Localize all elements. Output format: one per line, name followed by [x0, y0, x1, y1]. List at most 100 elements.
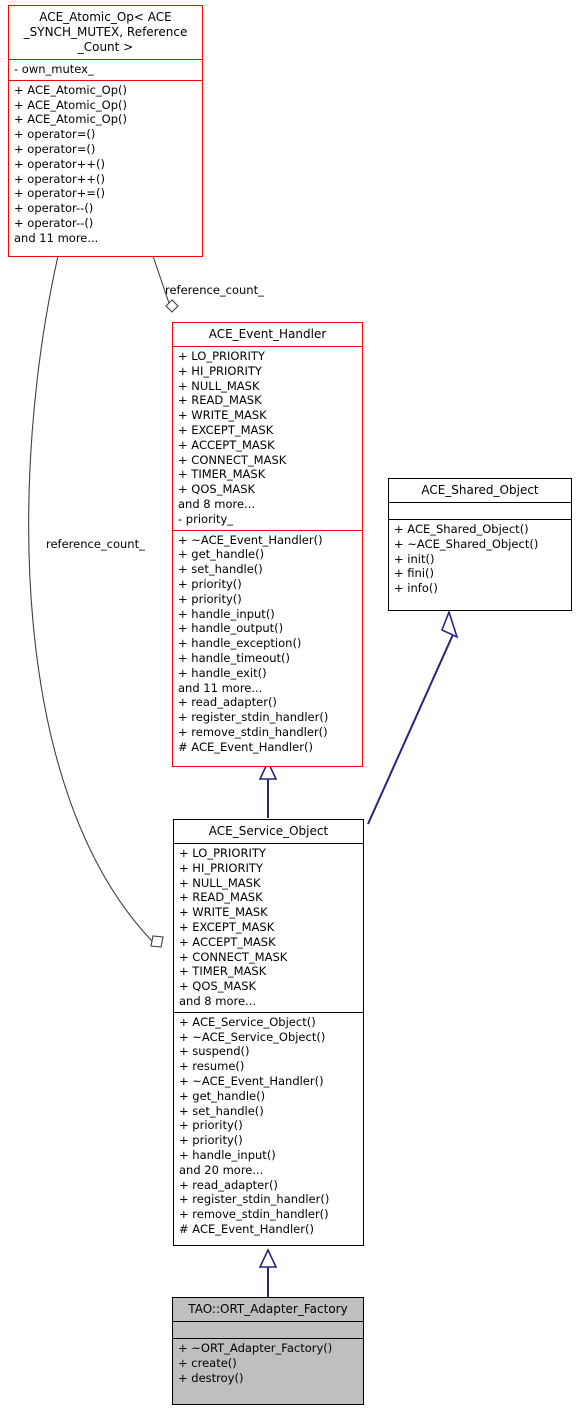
class-member: + operator++() [14, 171, 105, 186]
class-member: + handle_input() [179, 1147, 276, 1162]
class-box-ace-service-object[interactable]: ACE_Service_Object + LO_PRIORITY + HI_PR… [173, 819, 364, 1246]
class-member: + TIMER_MASK [178, 467, 266, 482]
class-member: + read_adapter() [179, 1177, 278, 1192]
class-attributes-ace-atomic-op: - own_mutex_ [9, 59, 202, 80]
class-box-ace-atomic-op[interactable]: ACE_Atomic_Op< ACE _SYNCH_MUTEX, Referen… [8, 5, 203, 257]
class-member: + ACE_Shared_Object() [394, 522, 529, 536]
class-attributes-ace-event-handler: + LO_PRIORITY + HI_PRIORITY + NULL_MASK … [173, 346, 362, 530]
class-member: + fini() [394, 566, 434, 581]
class-member: + priority() [178, 576, 242, 591]
class-member: + read_adapter() [178, 695, 277, 710]
class-member: + get_handle() [179, 1088, 266, 1103]
class-member: + operator=() [14, 127, 96, 142]
class-member: + set_handle() [179, 1103, 264, 1118]
class-member: + LO_PRIORITY [179, 846, 266, 860]
class-member: + handle_input() [178, 606, 275, 621]
inheritance-edge-service-object [258, 1248, 278, 1297]
uml-class-diagram: ACE_Atomic_Op< ACE _SYNCH_MUTEX, Referen… [0, 0, 577, 1411]
class-title-ace-service-object: ACE_Service_Object [174, 820, 363, 843]
class-member: + remove_stdin_handler() [178, 724, 328, 739]
class-title-line: TAO::ORT_Adapter_Factory [188, 1302, 348, 1316]
edge-label-reference-count-event-handler: reference_count_ [165, 283, 264, 297]
class-operations-ace-shared-object: + ACE_Shared_Object() + ~ACE_Shared_Obje… [389, 519, 571, 599]
class-attributes-ace-service-object: + LO_PRIORITY + HI_PRIORITY + NULL_MASK … [174, 843, 363, 1012]
class-member: + ~ACE_Event_Handler() [178, 532, 323, 547]
class-member: + handle_exit() [178, 665, 267, 680]
class-title-line: ACE_Event_Handler [208, 327, 327, 341]
class-attributes-ort-adapter-factory [173, 1321, 363, 1338]
class-box-ace-event-handler[interactable]: ACE_Event_Handler + LO_PRIORITY + HI_PRI… [172, 322, 363, 767]
class-member: + CONNECT_MASK [179, 949, 288, 964]
class-operations-ace-atomic-op: + ACE_Atomic_Op() + ACE_Atomic_Op() + AC… [9, 79, 202, 249]
class-member-more: and 8 more... [179, 993, 257, 1008]
class-member: + ~ACE_Shared_Object() [394, 536, 539, 551]
class-member: + operator+=() [14, 186, 105, 201]
class-member-more: and 11 more... [178, 680, 263, 695]
class-member: + handle_timeout() [178, 650, 291, 665]
class-title-line: ACE_Service_Object [208, 824, 329, 838]
class-member: + TIMER_MASK [179, 964, 267, 979]
class-member: + init() [394, 551, 435, 566]
class-member: + priority() [179, 1118, 243, 1133]
class-member: - priority_ [178, 511, 234, 526]
class-operations-ace-service-object: + ACE_Service_Object() + ~ACE_Service_Ob… [174, 1011, 363, 1240]
class-title-line: ACE_Shared_Object [421, 483, 539, 497]
class-member: + HI_PRIORITY [178, 363, 262, 378]
class-member: + set_handle() [178, 562, 263, 577]
class-member: + READ_MASK [178, 393, 262, 408]
inheritance-edge-event-handler [258, 760, 278, 818]
class-member: + destroy() [178, 1370, 244, 1385]
class-member: + handle_exception() [178, 636, 302, 651]
class-member-more: and 11 more... [14, 230, 99, 245]
class-member: + suspend() [179, 1044, 250, 1059]
class-member: + ACE_Atomic_Op() [14, 97, 128, 112]
class-attributes-ace-shared-object [389, 502, 571, 519]
class-member-more: and 20 more... [179, 1162, 264, 1177]
class-member: + EXCEPT_MASK [178, 422, 274, 437]
class-member: + operator=() [14, 141, 96, 156]
class-member: + operator--() [14, 215, 94, 230]
class-member: + ACE_Atomic_Op() [14, 82, 128, 97]
edge-label-reference-count-service-object: reference_count_ [46, 537, 145, 551]
class-member: # ACE_Event_Handler() [179, 1221, 314, 1236]
class-member: + WRITE_MASK [178, 408, 267, 423]
class-member: + operator++() [14, 156, 105, 171]
class-member: + priority() [179, 1133, 243, 1148]
class-member: + ~ACE_Service_Object() [179, 1029, 326, 1044]
class-member: + ~ORT_Adapter_Factory() [178, 1341, 333, 1355]
class-member: + HI_PRIORITY [179, 860, 263, 875]
class-member: + create() [178, 1355, 237, 1370]
class-box-ort-adapter-factory[interactable]: TAO::ORT_Adapter_Factory + ~ORT_Adapter_… [172, 1297, 364, 1405]
class-member: + QOS_MASK [178, 482, 256, 497]
class-title-ace-atomic-op: ACE_Atomic_Op< ACE _SYNCH_MUTEX, Referen… [9, 6, 202, 59]
class-title-ace-shared-object: ACE_Shared_Object [389, 479, 571, 502]
class-member: + LO_PRIORITY [178, 349, 265, 363]
aggregation-edge-service-object [28, 255, 164, 948]
class-operations-ort-adapter-factory: + ~ORT_Adapter_Factory() + create() + de… [173, 1338, 363, 1388]
inheritance-edge-shared-object [367, 609, 459, 825]
class-member: + register_stdin_handler() [178, 710, 329, 725]
class-member: + READ_MASK [179, 890, 263, 905]
class-box-ace-shared-object[interactable]: ACE_Shared_Object + ACE_Shared_Object() … [388, 478, 572, 611]
class-member: + NULL_MASK [179, 875, 261, 890]
class-member: - own_mutex_ [14, 62, 94, 76]
class-title-line: ACE_Atomic_Op< ACE [39, 10, 172, 24]
class-member: + handle_output() [178, 621, 284, 636]
class-member: + WRITE_MASK [179, 905, 268, 920]
class-member-more: and 8 more... [178, 496, 256, 511]
class-member: + resume() [179, 1059, 245, 1074]
class-operations-ace-event-handler: + ~ACE_Event_Handler() + get_handle() + … [173, 529, 362, 758]
class-member: + ~ACE_Event_Handler() [179, 1073, 324, 1088]
class-member: + priority() [178, 591, 242, 606]
class-member: + get_handle() [178, 547, 265, 562]
class-title-ort-adapter-factory: TAO::ORT_Adapter_Factory [173, 1298, 363, 1321]
class-member: + CONNECT_MASK [178, 452, 287, 467]
class-member: + operator--() [14, 201, 94, 216]
class-member: + EXCEPT_MASK [179, 919, 275, 934]
class-member: + info() [394, 581, 438, 596]
class-member: + NULL_MASK [178, 378, 260, 393]
class-member: + QOS_MASK [179, 979, 257, 994]
class-member: + ACCEPT_MASK [178, 437, 275, 452]
class-title-line: _Count > [77, 40, 134, 54]
class-member: + ACE_Atomic_Op() [14, 112, 128, 127]
